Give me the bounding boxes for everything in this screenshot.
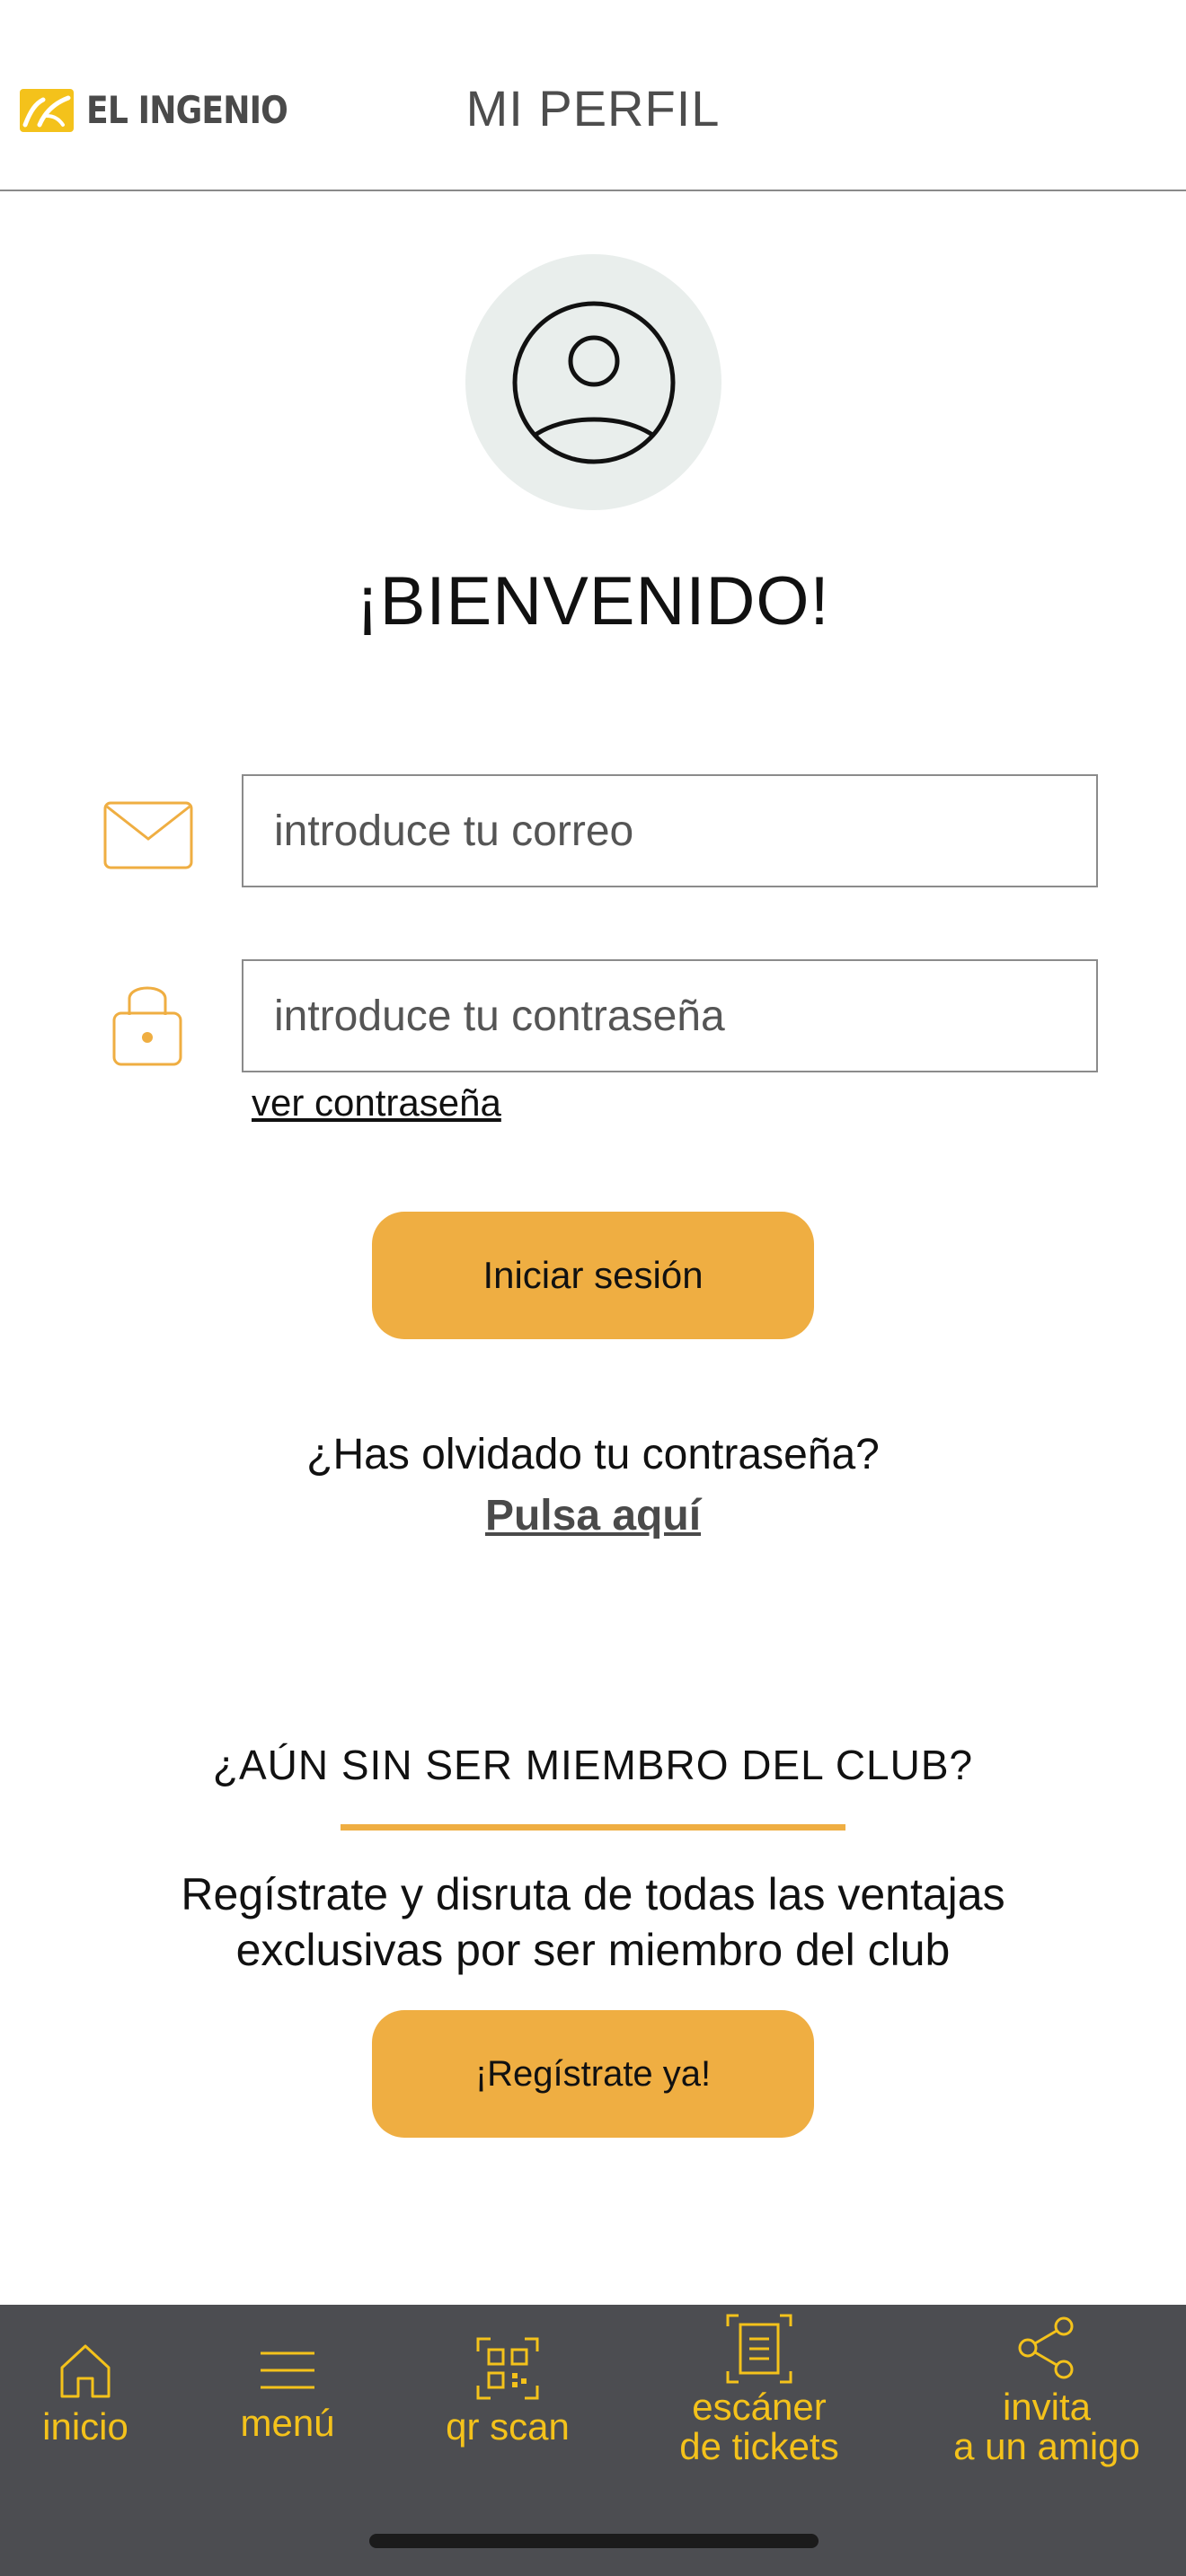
email-input[interactable] bbox=[242, 774, 1098, 887]
nav-item-menu[interactable]: menú bbox=[225, 2350, 350, 2443]
welcome-heading: ¡BIENVENIDO! bbox=[356, 563, 830, 640]
login-button[interactable]: Iniciar sesión bbox=[372, 1212, 814, 1339]
nav-label-menu: menú bbox=[240, 2402, 335, 2444]
nav-item-home[interactable]: inicio bbox=[27, 2342, 144, 2447]
club-heading: ¿AÚN SIN SER MIEMBRO DEL CLUB? bbox=[212, 1742, 974, 1788]
qr-scan-icon bbox=[476, 2337, 539, 2400]
nav-item-qr-scan[interactable]: qr scan bbox=[431, 2337, 584, 2447]
share-icon bbox=[1018, 2316, 1074, 2379]
nav-label-ticket-scanner-2: de tickets bbox=[679, 2425, 839, 2467]
user-profile-icon bbox=[512, 301, 675, 463]
nav-label-home: inicio bbox=[42, 2405, 128, 2448]
club-divider bbox=[341, 1824, 845, 1831]
nav-label-qr-scan: qr scan bbox=[446, 2405, 570, 2448]
lock-icon bbox=[112, 986, 182, 1066]
forgot-password-link[interactable]: Pulsa aquí bbox=[0, 1491, 1186, 1540]
nav-label-invite-1: invita bbox=[1002, 2386, 1092, 2428]
show-password-link[interactable]: ver contraseña bbox=[252, 1081, 501, 1125]
home-icon bbox=[60, 2344, 111, 2398]
nav-label-ticket-scanner-1: escáner bbox=[692, 2386, 827, 2428]
home-indicator[interactable] bbox=[369, 2534, 819, 2548]
menu-icon bbox=[261, 2351, 314, 2389]
club-description-line-2: exclusivas por ser miembro del club bbox=[235, 1925, 951, 1975]
nav-label-invite-2: a un amigo bbox=[953, 2425, 1140, 2467]
password-input[interactable] bbox=[242, 959, 1098, 1072]
mail-icon bbox=[103, 801, 193, 869]
forgot-password-text: ¿Has olvidado tu contraseña? bbox=[306, 1431, 880, 1478]
nav-item-invite[interactable]: invita a un amigo bbox=[934, 2316, 1159, 2466]
receipt-scan-icon bbox=[726, 2314, 792, 2384]
club-description: Regístrate y disruta de todas las ventaj… bbox=[0, 1866, 1186, 1978]
nav-item-ticket-scanner[interactable]: escáner de tickets bbox=[656, 2314, 863, 2466]
register-button[interactable]: ¡Regístrate ya! bbox=[372, 2010, 814, 2138]
bottom-navigation: inicio menú qr scan escáner de tickets i… bbox=[0, 2305, 1186, 2576]
page-title: MI PERFIL bbox=[465, 80, 721, 137]
avatar bbox=[465, 254, 721, 510]
app-header: EL INGENIO MI PERFIL bbox=[0, 0, 1186, 191]
club-description-line-1: Regístrate y disruta de todas las ventaj… bbox=[181, 1869, 1005, 1919]
